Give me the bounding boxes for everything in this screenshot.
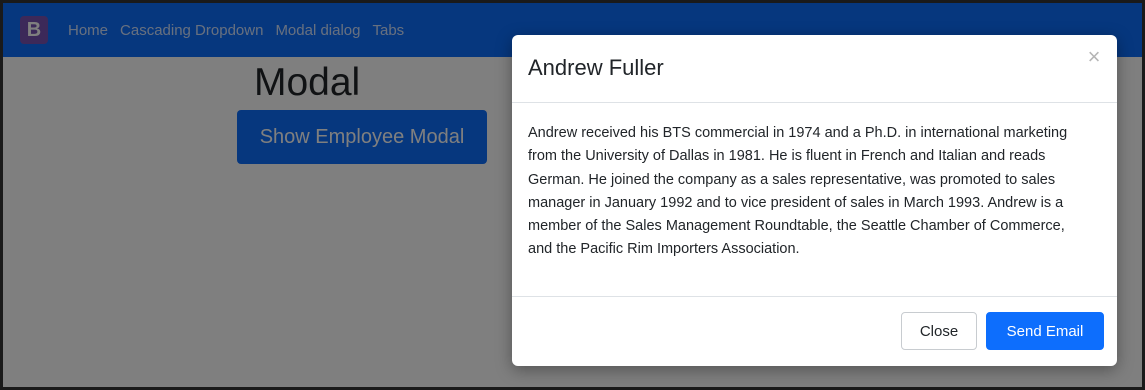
modal-header: Andrew Fuller × (512, 35, 1117, 103)
close-button[interactable]: Close (901, 312, 977, 350)
send-email-button[interactable]: Send Email (986, 312, 1104, 350)
employee-modal: Andrew Fuller × Andrew received his BTS … (512, 35, 1117, 366)
modal-body-text: Andrew received his BTS commercial in 19… (528, 125, 1068, 258)
browser-viewport: B Home Cascading Dropdown Modal dialog T… (0, 0, 1145, 390)
close-icon[interactable]: × (1083, 46, 1105, 68)
modal-footer: Close Send Email (512, 296, 1117, 366)
modal-title: Andrew Fuller (528, 55, 664, 80)
